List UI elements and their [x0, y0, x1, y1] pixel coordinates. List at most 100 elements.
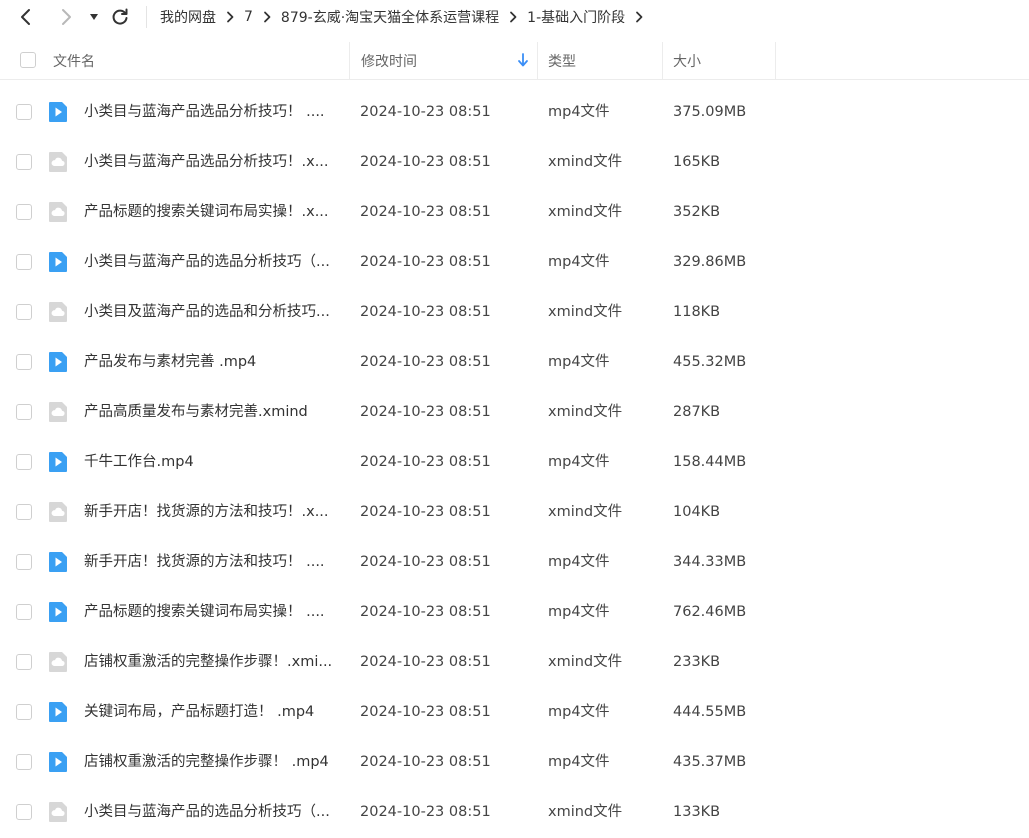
file-type: mp4文件: [548, 704, 610, 720]
breadcrumb-item-course[interactable]: 879-玄威·淘宝天猫全体系运营课程: [281, 7, 499, 27]
file-type: mp4文件: [548, 554, 610, 570]
row-checkbox[interactable]: [16, 754, 32, 770]
file-size: 158.44MB: [673, 454, 747, 470]
file-list-header: 文件名 修改时间 类型 大小: [0, 42, 1029, 80]
file-row[interactable]: 新手开店！找货源的方法和技巧！ .... 2024-10-23 08:51 mp4文…: [0, 537, 1029, 587]
file-row[interactable]: 小类目与蓝海产品的选品分析技巧（... 2024-10-23 08:51 xmind…: [0, 787, 1029, 837]
file-modified-time: 2024-10-23 08:51: [360, 704, 491, 720]
row-checkbox[interactable]: [16, 504, 32, 520]
video-file-icon: [48, 351, 68, 373]
row-checkbox[interactable]: [16, 254, 32, 270]
refresh-button[interactable]: [108, 5, 132, 29]
file-modified-time: 2024-10-23 08:51: [360, 404, 491, 420]
chevron-right-icon[interactable]: [635, 11, 643, 23]
file-type: mp4文件: [548, 354, 610, 370]
column-divider[interactable]: [349, 42, 350, 79]
file-row[interactable]: 小类目与蓝海产品的选品分析技巧（... 2024-10-23 08:51 mp4文件…: [0, 237, 1029, 287]
file-name[interactable]: 关键词布局，产品标题打造！ .mp4: [84, 702, 344, 722]
row-checkbox[interactable]: [16, 554, 32, 570]
file-name[interactable]: 千牛工作台.mp4: [84, 452, 344, 472]
file-row[interactable]: 产品高质量发布与素材完善.xmind 2024-10-23 08:51 xmind文…: [0, 387, 1029, 437]
file-size: 435.37MB: [673, 754, 747, 770]
breadcrumb-item-folder-7[interactable]: 7: [244, 9, 253, 25]
row-checkbox[interactable]: [16, 804, 32, 820]
file-modified-time: 2024-10-23 08:51: [360, 554, 491, 570]
file-list: 小类目与蓝海产品选品分析技巧！ .... 2024-10-23 08:51 mp4文…: [0, 87, 1029, 837]
column-divider[interactable]: [775, 42, 776, 79]
cloud-file-icon: [48, 651, 68, 673]
row-checkbox[interactable]: [16, 404, 32, 420]
file-type: xmind文件: [548, 404, 623, 420]
history-dropdown-button[interactable]: [82, 5, 106, 29]
select-all-checkbox[interactable]: [20, 52, 36, 68]
column-header-modified[interactable]: 修改时间: [361, 42, 417, 79]
file-size: 118KB: [673, 304, 721, 320]
column-header-size[interactable]: 大小: [673, 42, 701, 79]
file-row[interactable]: 产品标题的搜索关键词布局实操！.x... 2024-10-23 08:51 xmin…: [0, 187, 1029, 237]
file-name[interactable]: 店铺权重激活的完整操作步骤！ .mp4: [84, 752, 344, 772]
caret-down-icon: [90, 14, 98, 20]
file-name[interactable]: 新手开店！找货源的方法和技巧！.x...: [84, 502, 344, 522]
column-divider[interactable]: [662, 42, 663, 79]
breadcrumb-item-current-folder[interactable]: 1-基础入门阶段: [527, 7, 625, 27]
file-row[interactable]: 小类目与蓝海产品选品分析技巧！.x... 2024-10-23 08:51 xmin…: [0, 137, 1029, 187]
file-type: mp4文件: [548, 604, 610, 620]
row-checkbox[interactable]: [16, 204, 32, 220]
file-name[interactable]: 店铺权重激活的完整操作步骤！.xmi...: [84, 652, 344, 672]
row-checkbox[interactable]: [16, 104, 32, 120]
file-row[interactable]: 产品发布与素材完善 .mp4 2024-10-23 08:51 mp4文件 455.3…: [0, 337, 1029, 387]
file-modified-time: 2024-10-23 08:51: [360, 104, 491, 120]
refresh-icon: [112, 8, 128, 25]
file-modified-time: 2024-10-23 08:51: [360, 754, 491, 770]
file-modified-time: 2024-10-23 08:51: [360, 604, 491, 620]
file-name[interactable]: 产品高质量发布与素材完善.xmind: [84, 402, 344, 422]
file-type: mp4文件: [548, 454, 610, 470]
file-name[interactable]: 新手开店！找货源的方法和技巧！ ....: [84, 552, 344, 572]
video-file-icon: [48, 451, 68, 473]
file-row[interactable]: 新手开店！找货源的方法和技巧！.x... 2024-10-23 08:51 xmin…: [0, 487, 1029, 537]
file-type: xmind文件: [548, 504, 623, 520]
breadcrumb-item-my-drive[interactable]: 我的网盘: [160, 7, 216, 27]
file-modified-time: 2024-10-23 08:51: [360, 654, 491, 670]
breadcrumb: 我的网盘 7 879-玄威·淘宝天猫全体系运营课程 1-基础入门阶段: [160, 0, 653, 34]
file-row[interactable]: 店铺权重激活的完整操作步骤！ .mp4 2024-10-23 08:51 mp4文件…: [0, 737, 1029, 787]
row-checkbox[interactable]: [16, 704, 32, 720]
cloud-file-icon: [48, 151, 68, 173]
row-checkbox[interactable]: [16, 154, 32, 170]
sort-descending-icon[interactable]: [517, 53, 529, 67]
file-type: xmind文件: [548, 654, 623, 670]
file-modified-time: 2024-10-23 08:51: [360, 504, 491, 520]
file-row[interactable]: 千牛工作台.mp4 2024-10-23 08:51 mp4文件 158.44MB: [0, 437, 1029, 487]
file-name[interactable]: 小类目及蓝海产品的选品和分析技巧...: [84, 302, 344, 322]
cloud-file-icon: [48, 201, 68, 223]
row-checkbox[interactable]: [16, 354, 32, 370]
file-name[interactable]: 小类目与蓝海产品的选品分析技巧（...: [84, 252, 344, 272]
file-type: xmind文件: [548, 154, 623, 170]
row-checkbox[interactable]: [16, 454, 32, 470]
file-row[interactable]: 关键词布局，产品标题打造！ .mp4 2024-10-23 08:51 mp4文件 4…: [0, 687, 1029, 737]
back-button[interactable]: [14, 5, 38, 29]
file-name[interactable]: 小类目与蓝海产品选品分析技巧！.x...: [84, 152, 344, 172]
file-name[interactable]: 小类目与蓝海产品的选品分析技巧（...: [84, 802, 344, 822]
file-row[interactable]: 产品标题的搜索关键词布局实操！ .... 2024-10-23 08:51 mp4文…: [0, 587, 1029, 637]
video-file-icon: [48, 251, 68, 273]
column-header-name[interactable]: 文件名: [53, 42, 95, 79]
file-name[interactable]: 产品标题的搜索关键词布局实操！ ....: [84, 602, 344, 622]
file-name[interactable]: 小类目与蓝海产品选品分析技巧！ ....: [84, 102, 344, 122]
row-checkbox[interactable]: [16, 304, 32, 320]
file-type: mp4文件: [548, 104, 610, 120]
row-checkbox[interactable]: [16, 604, 32, 620]
file-modified-time: 2024-10-23 08:51: [360, 354, 491, 370]
column-divider[interactable]: [537, 42, 538, 79]
forward-button[interactable]: [54, 5, 78, 29]
column-header-type[interactable]: 类型: [548, 42, 576, 79]
file-row[interactable]: 小类目与蓝海产品选品分析技巧！ .... 2024-10-23 08:51 mp4文…: [0, 87, 1029, 137]
cloud-file-icon: [48, 501, 68, 523]
file-type: xmind文件: [548, 204, 623, 220]
row-checkbox[interactable]: [16, 654, 32, 670]
file-row[interactable]: 店铺权重激活的完整操作步骤！.xmi... 2024-10-23 08:51 xmi…: [0, 637, 1029, 687]
file-row[interactable]: 小类目及蓝海产品的选品和分析技巧... 2024-10-23 08:51 xmind…: [0, 287, 1029, 337]
file-name[interactable]: 产品发布与素材完善 .mp4: [84, 352, 344, 372]
file-modified-time: 2024-10-23 08:51: [360, 254, 491, 270]
file-name[interactable]: 产品标题的搜索关键词布局实操！.x...: [84, 202, 344, 222]
